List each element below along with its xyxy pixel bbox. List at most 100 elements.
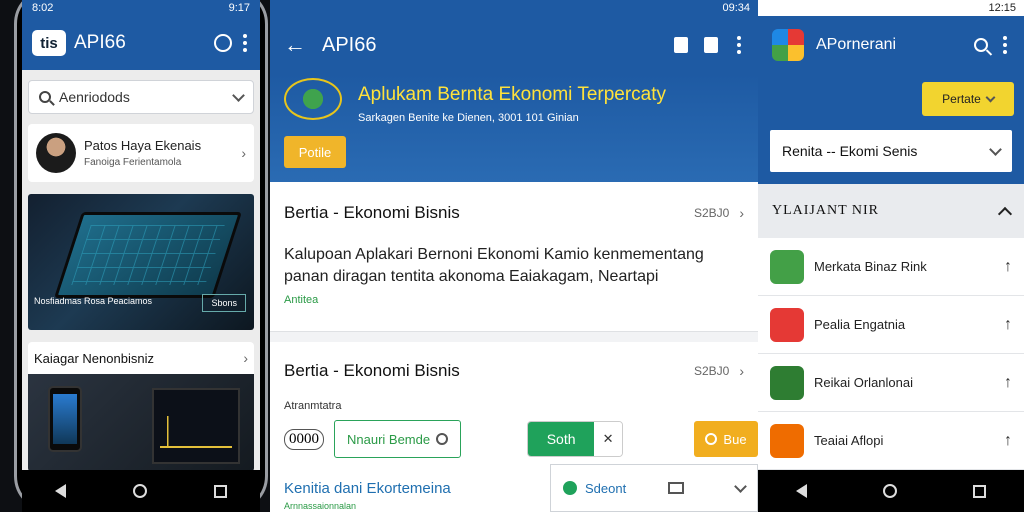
hero-button[interactable]: Potile <box>284 136 346 168</box>
status-bar: 12:15 <box>758 0 1024 16</box>
app-logo: tis <box>32 30 66 56</box>
back-icon[interactable] <box>796 484 807 498</box>
article-card-title: Kaiagar Nenonbisniz <box>34 350 154 366</box>
news-card[interactable]: Patos Haya Ekenais Fanoiga Ferientamola … <box>28 124 254 182</box>
section-meta: S2BJ0 <box>693 206 730 220</box>
card-icon <box>668 482 685 494</box>
search-icon[interactable] <box>974 38 988 52</box>
app-title: APornerani <box>816 36 897 53</box>
app-list: Merkata Binaz Rink ↑ Pealia Engatnia ↑ R… <box>758 238 1024 470</box>
tablet-illustration <box>54 212 242 298</box>
overflow-menu-icon[interactable] <box>1000 36 1010 54</box>
document-icon[interactable] <box>674 37 688 53</box>
back-arrow-icon[interactable]: ← <box>284 32 306 58</box>
app-icon <box>770 307 804 342</box>
chevron-down-icon <box>985 92 996 102</box>
right-panel: 12:15 APornerani Pertate Renita -- Ekomi… <box>758 0 1024 512</box>
overflow-menu-icon[interactable] <box>240 34 250 52</box>
chevron-right-icon: › <box>241 145 246 161</box>
globe-logo-icon <box>284 78 342 120</box>
accordion-title: YLAIJANT NIR <box>772 203 880 218</box>
banner-caption: Nosfiadmas Rosa Peaciamos <box>34 296 153 306</box>
list-item[interactable]: Merkata Binaz Rink ↑ <box>758 238 1024 296</box>
upload-icon[interactable]: ↑ <box>1004 258 1012 276</box>
upload-icon[interactable]: ↑ <box>1004 432 1012 450</box>
article-image <box>28 374 254 470</box>
section-subtitle: Atranmtatra <box>284 400 342 412</box>
upload-icon[interactable]: ↑ <box>1004 374 1012 392</box>
bookmark-icon[interactable] <box>704 37 718 53</box>
category-select[interactable]: Renita -- Ekomi Senis <box>770 130 1012 172</box>
list-item-label: Reikai Orlanlonai <box>814 374 913 390</box>
section-title: Bertia - Ekonomi Bisnis <box>284 203 460 222</box>
chevron-down-icon <box>232 88 245 102</box>
status-time-left: 8:02 <box>32 2 54 14</box>
chevron-up-icon <box>997 206 1013 221</box>
chart-tablet-illustration <box>152 388 240 464</box>
list-item[interactable]: Pealia Engatnia ↑ <box>758 296 1024 354</box>
outline-button[interactable]: Nnauri Bemde <box>334 420 462 458</box>
recents-icon[interactable] <box>973 484 986 498</box>
app-bar: APornerani <box>758 16 1024 74</box>
app-logo-icon <box>772 29 804 61</box>
timer-icon <box>705 433 718 445</box>
system-nav-bar <box>22 470 260 512</box>
section-title: Bertia - Ekonomi Bisnis <box>284 361 460 380</box>
status-time: 12:15 <box>988 2 1016 14</box>
circle-icon[interactable] <box>214 34 232 52</box>
filter-button[interactable]: Pertate <box>922 82 1014 116</box>
sort-dropdown[interactable]: Sdeont <box>550 464 758 512</box>
accordion-header[interactable]: YLAIJANT NIR <box>758 184 1024 238</box>
banner-image[interactable]: Nosfiadmas Rosa Peaciamos Sbons <box>28 194 254 330</box>
list-item-label: Pealia Engatnia <box>814 316 906 332</box>
status-time-right: 9:17 <box>228 2 250 14</box>
status-time: 09:34 <box>722 2 750 14</box>
hero-headline: Aplukam Bernta Ekonomi Terpercaty <box>358 84 667 105</box>
chevron-right-icon: › <box>243 350 248 366</box>
outline-button-label: Nnauri Bemde <box>347 431 431 447</box>
system-nav-bar <box>758 470 1024 512</box>
chevron-right-icon: › <box>739 363 744 379</box>
chevron-right-icon: › <box>739 205 744 221</box>
left-phone-panel: 8:02 9:17 tis API66 Aenriodods Patos Hay… <box>0 0 270 512</box>
overflow-menu-icon[interactable] <box>734 36 744 54</box>
close-icon[interactable]: ✕ <box>594 422 623 456</box>
status-dot-icon <box>563 481 577 495</box>
record-icon <box>436 433 449 445</box>
list-item-label: Merkata Binaz Rink <box>814 258 927 274</box>
chevron-down-icon <box>734 479 747 493</box>
section-meta: S2BJ0 <box>693 364 730 378</box>
smartphone-illustration <box>48 386 82 452</box>
search-label: Aenriodods <box>59 89 130 105</box>
hero-subline: Sarkagen Benite ke Dienen, 3001 101 Gini… <box>358 112 579 124</box>
avatar <box>36 133 76 173</box>
list-item-label: Teaiai Aflopi <box>814 432 884 448</box>
article-card[interactable]: Kaiagar Nenonbisniz › <box>28 342 254 470</box>
split-button[interactable]: Soth ✕ <box>527 421 624 457</box>
yellow-button-label: Bue <box>723 431 747 447</box>
news-title: Patos Haya Ekenais <box>84 138 202 153</box>
app-title: API66 <box>322 33 377 56</box>
select-value: Renita -- Ekomi Senis <box>782 143 918 159</box>
filter-area: Pertate Renita -- Ekomi Senis <box>758 74 1024 184</box>
phone-screen: 8:02 9:17 tis API66 Aenriodods Patos Hay… <box>22 0 260 470</box>
chevron-down-icon <box>989 142 1002 156</box>
yellow-button[interactable]: Bue <box>694 421 758 457</box>
screenshot-collage: 8:02 9:17 tis API66 Aenriodods Patos Hay… <box>0 0 1024 512</box>
green-button[interactable]: Soth <box>528 422 595 456</box>
recents-icon[interactable] <box>213 484 227 498</box>
article-section[interactable]: Bertia - Ekonomi Bisnis S2BJ0 › Kalupoan… <box>270 182 758 332</box>
list-item[interactable]: Reikai Orlanlonai ↑ <box>758 354 1024 412</box>
search-icon <box>39 91 51 103</box>
app-bar: tis API66 <box>22 16 260 70</box>
home-icon[interactable] <box>883 484 897 498</box>
status-bar: 8:02 9:17 <box>22 0 260 16</box>
section-tag[interactable]: Antitea <box>284 294 744 306</box>
status-bar: 09:34 <box>270 0 758 16</box>
back-icon[interactable] <box>55 484 67 498</box>
upload-icon[interactable]: ↑ <box>1004 316 1012 334</box>
banner-button[interactable]: Sbons <box>202 294 246 312</box>
home-icon[interactable] <box>132 484 147 498</box>
search-dropdown[interactable]: Aenriodods <box>28 80 254 114</box>
list-item[interactable]: Teaiai Aflopi ↑ <box>758 412 1024 470</box>
